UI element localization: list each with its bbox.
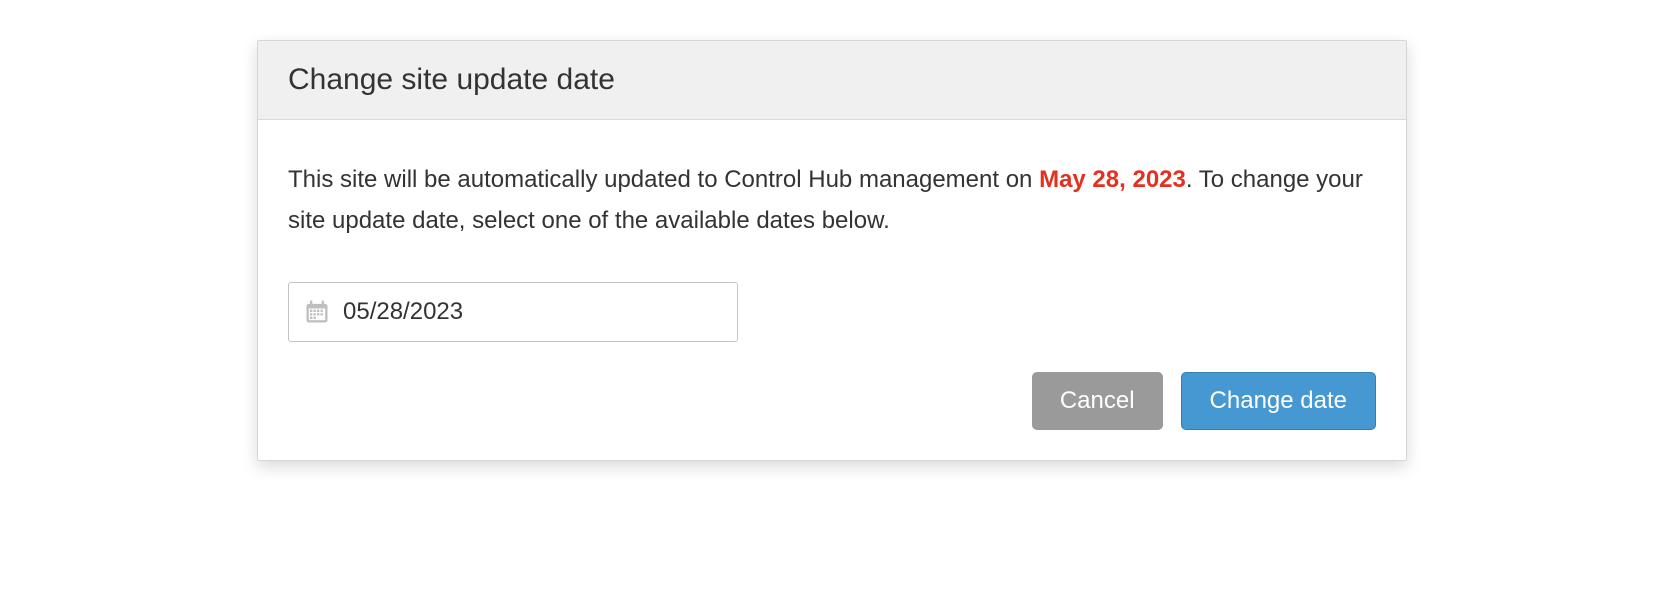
dialog-footer: Cancel Change date (258, 372, 1406, 460)
dialog-description: This site will be automatically updated … (288, 160, 1376, 242)
date-input[interactable] (343, 298, 723, 326)
change-date-button[interactable]: Change date (1181, 372, 1376, 430)
scheduled-date-highlight: May 28, 2023 (1039, 166, 1186, 193)
calendar-icon (303, 298, 331, 326)
description-pre: This site will be automatically updated … (288, 166, 1039, 193)
dialog-title: Change site update date (288, 63, 1376, 97)
change-site-update-date-dialog: Change site update date This site will b… (257, 40, 1407, 461)
cancel-button[interactable]: Cancel (1032, 372, 1163, 430)
dialog-header: Change site update date (258, 41, 1406, 120)
dialog-body: This site will be automatically updated … (258, 120, 1406, 372)
date-picker[interactable] (288, 282, 738, 342)
